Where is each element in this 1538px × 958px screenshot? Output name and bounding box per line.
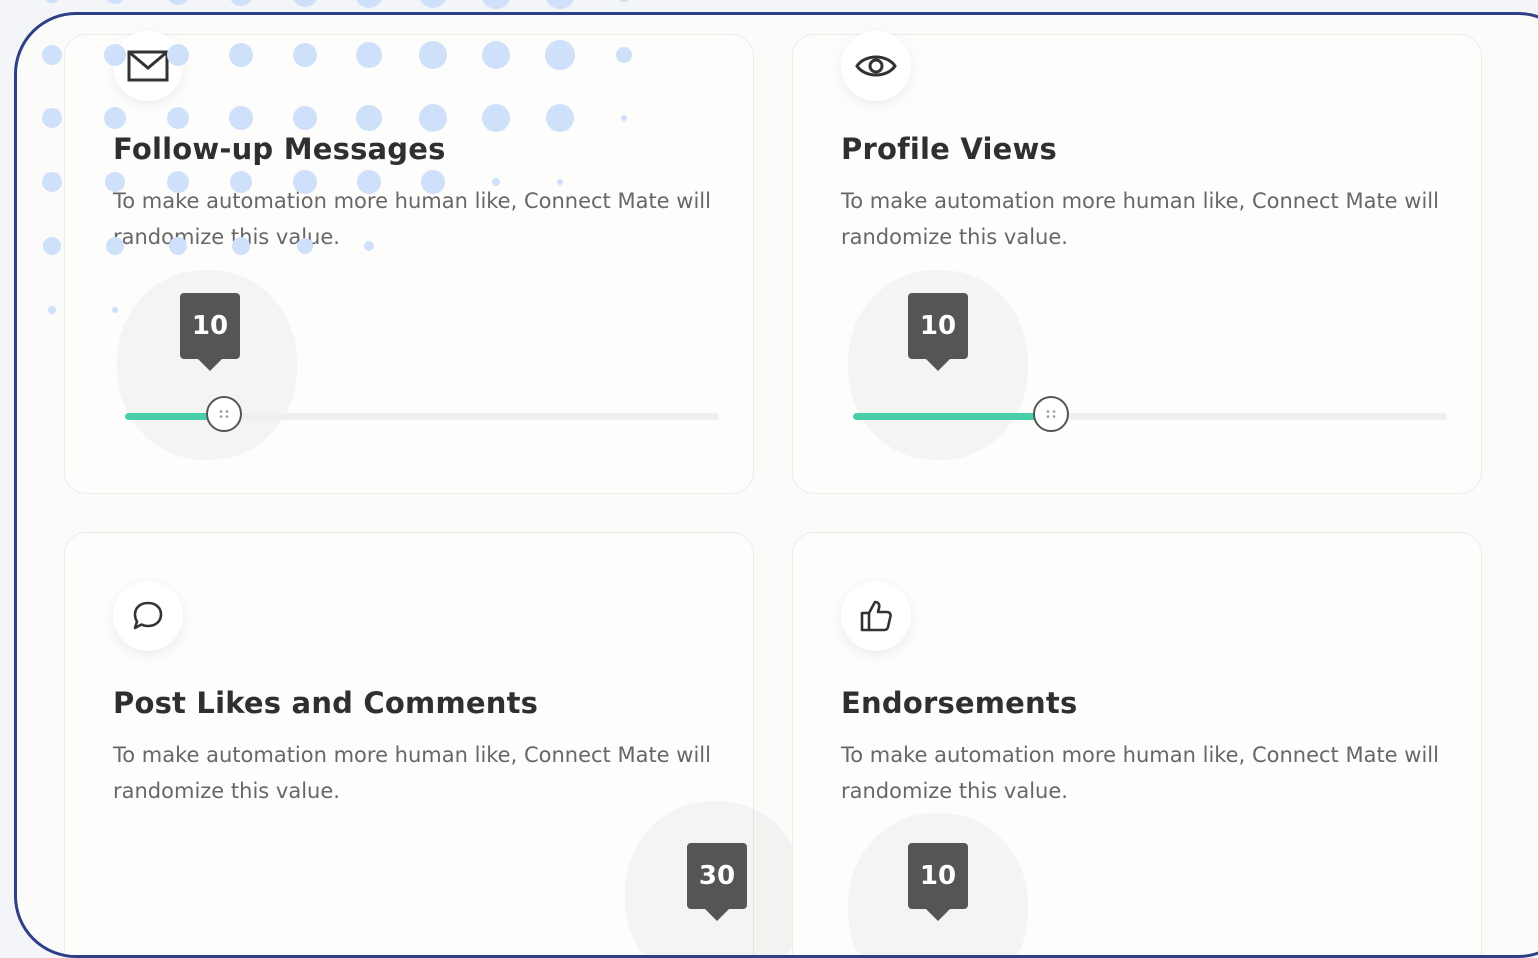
- slider-fill: [853, 413, 1051, 420]
- slider-track[interactable]: [853, 396, 1447, 432]
- eye-icon: [855, 55, 897, 77]
- card-profile-views: Profile Views To make automation more hu…: [792, 31, 1482, 494]
- card-description: To make automation more human like, Conn…: [841, 743, 1439, 803]
- slider-track[interactable]: [125, 396, 719, 432]
- card-follow-up-messages: Follow-up Messages To make automation mo…: [64, 31, 754, 494]
- slider-handle[interactable]: [206, 396, 242, 432]
- chat-bubble-icon: [133, 601, 163, 630]
- card-endorsements: Endorsements To make automation more hum…: [792, 532, 1482, 955]
- card-title: Post Likes and Comments: [113, 686, 539, 720]
- thumbs-up-icon: [860, 600, 892, 632]
- slider-value-tooltip: 10: [180, 293, 240, 371]
- card-post-likes-comments: Post Likes and Comments To make automati…: [64, 532, 754, 955]
- card-title: Profile Views: [841, 132, 1057, 166]
- slider-handle[interactable]: [1033, 396, 1069, 432]
- card-title: Endorsements: [841, 686, 1078, 720]
- grip-dots-icon: [1046, 410, 1056, 418]
- grip-dots-icon: [219, 410, 229, 418]
- envelope-icon: [127, 50, 169, 82]
- icon-container: [113, 31, 183, 101]
- card-description: To make automation more human like, Conn…: [113, 189, 711, 249]
- icon-container: [841, 581, 911, 651]
- slider-value-tooltip: 30: [687, 843, 747, 921]
- card-description: To make automation more human like, Conn…: [841, 189, 1439, 249]
- card-description: To make automation more human like, Conn…: [113, 743, 711, 803]
- slider-value-tooltip: 10: [908, 293, 968, 371]
- settings-frame: Follow-up Messages To make automation mo…: [14, 12, 1538, 958]
- icon-container: [841, 31, 911, 101]
- slider-value-tooltip: 10: [908, 843, 968, 921]
- card-title: Follow-up Messages: [113, 132, 446, 166]
- icon-container: [113, 581, 183, 651]
